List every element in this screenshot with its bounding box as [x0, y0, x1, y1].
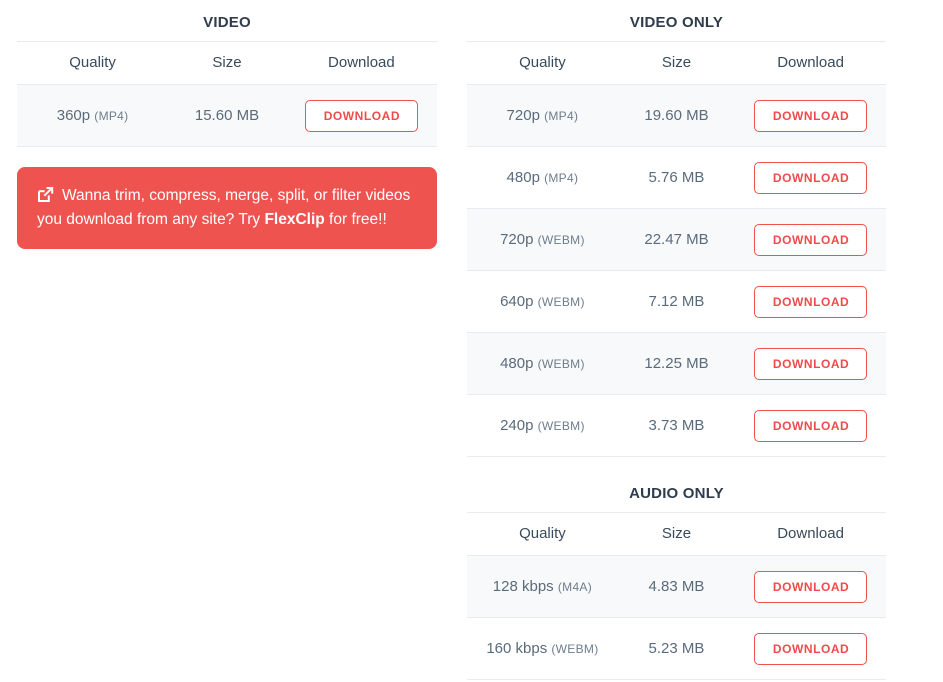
quality-label: 720p	[506, 107, 540, 124]
cell-download: DOWNLOAD	[285, 84, 437, 147]
quality-label: 360p	[56, 107, 91, 124]
cell-size: 7.12 MB	[617, 270, 736, 333]
cell-quality: 480p (MP4)	[467, 146, 618, 209]
cell-size: 19.60 MB	[617, 84, 736, 147]
quality-label: 480p	[500, 355, 534, 372]
download-button[interactable]: DOWNLOAD	[753, 409, 868, 442]
download-button[interactable]: DOWNLOAD	[753, 223, 868, 256]
column-header-download: Download	[735, 41, 886, 85]
video-column: VIDEO Quality Size Download 360p (MP4) 1…	[17, 0, 437, 250]
table-row: 160 kbps (WEBM) 5.23 MB DOWNLOAD	[467, 617, 886, 680]
column-header-quality: Quality	[467, 512, 618, 556]
cell-size: 15.60 MB	[168, 84, 286, 147]
format-label: (MP4)	[94, 109, 129, 123]
table-row: 480p (MP4) 5.76 MB DOWNLOAD	[467, 146, 886, 209]
video-only-table-body: 720p (MP4) 19.60 MB DOWNLOAD 480p (MP4) …	[467, 84, 886, 457]
format-label: (WEBM)	[537, 295, 585, 309]
cell-quality: 128 kbps (M4A)	[467, 555, 618, 618]
format-label: (WEBM)	[537, 357, 585, 371]
download-button[interactable]: DOWNLOAD	[753, 99, 868, 132]
quality-label: 160 kbps	[486, 640, 548, 657]
cell-size: 5.23 MB	[617, 617, 736, 680]
quality-label: 640p	[500, 293, 534, 310]
quality-label: 480p	[506, 169, 540, 186]
quality-label: 128 kbps	[492, 578, 554, 595]
table-row: 480p (WEBM) 12.25 MB DOWNLOAD	[467, 332, 886, 395]
column-header-quality: Quality	[17, 41, 169, 85]
cell-quality: 720p (WEBM)	[467, 208, 618, 271]
cell-download: DOWNLOAD	[735, 208, 886, 271]
audio-only-table: Quality Size Download 128 kbps (M4A) 4.8…	[467, 512, 886, 680]
quality-label: 240p	[500, 417, 534, 434]
table-row: 240p (WEBM) 3.73 MB DOWNLOAD	[467, 394, 886, 457]
format-label: (MP4)	[544, 171, 579, 185]
table-row: 640p (WEBM) 7.12 MB DOWNLOAD	[467, 270, 886, 333]
table-header-row: Quality Size Download	[17, 41, 437, 85]
cell-size: 22.47 MB	[617, 208, 736, 271]
format-label: (WEBM)	[551, 642, 599, 656]
download-button[interactable]: DOWNLOAD	[304, 99, 419, 132]
cell-download: DOWNLOAD	[735, 617, 886, 680]
column-header-size: Size	[617, 41, 736, 85]
column-header-size: Size	[617, 512, 736, 556]
video-only-table: Quality Size Download 720p (MP4) 19.60 M…	[467, 41, 886, 457]
table-row: 720p (WEBM) 22.47 MB DOWNLOAD	[467, 208, 886, 271]
section-title-audio-only: AUDIO ONLY	[629, 485, 724, 502]
promo-content: Wanna trim, compress, merge, split, or f…	[37, 184, 417, 231]
column-header-quality: Quality	[467, 41, 618, 85]
table-row: 720p (MP4) 19.60 MB DOWNLOAD	[467, 84, 886, 147]
section-title-video: VIDEO	[203, 14, 251, 31]
cell-quality: 640p (WEBM)	[467, 270, 618, 333]
download-button[interactable]: DOWNLOAD	[753, 347, 868, 380]
quality-label: 720p	[500, 231, 534, 248]
cell-quality: 160 kbps (WEBM)	[467, 617, 618, 680]
cell-quality: 720p (MP4)	[467, 84, 618, 147]
cell-size: 12.25 MB	[617, 332, 736, 395]
table-header-row: Quality Size Download	[467, 41, 886, 85]
cell-download: DOWNLOAD	[735, 84, 886, 147]
external-link-icon	[37, 186, 54, 203]
cell-download: DOWNLOAD	[735, 332, 886, 395]
download-options-page: VIDEO Quality Size Download 360p (MP4) 1…	[0, 0, 943, 682]
table-header-row: Quality Size Download	[467, 512, 886, 556]
format-label: (WEBM)	[537, 419, 585, 433]
promo-text-tail: for free!!	[324, 210, 387, 228]
table-row: 360p (MP4) 15.60 MB DOWNLOAD	[17, 84, 437, 147]
cell-size: 5.76 MB	[617, 146, 736, 209]
promo-brand: FlexClip	[264, 210, 325, 228]
format-label: (WEBM)	[537, 233, 585, 247]
cell-size: 3.73 MB	[617, 394, 736, 457]
cell-quality: 240p (WEBM)	[467, 394, 618, 457]
column-header-size: Size	[168, 41, 286, 85]
flexclip-promo-banner[interactable]: Wanna trim, compress, merge, split, or f…	[17, 167, 437, 250]
format-label: (M4A)	[557, 580, 593, 594]
column-header-download: Download	[285, 41, 437, 85]
cell-quality: 480p (WEBM)	[467, 332, 618, 395]
video-table: Quality Size Download 360p (MP4) 15.60 M…	[17, 41, 437, 147]
video-only-audio-only-column: VIDEO ONLY Quality Size Download 720p (M…	[467, 0, 886, 680]
cell-download: DOWNLOAD	[735, 270, 886, 333]
video-table-body: 360p (MP4) 15.60 MB DOWNLOAD	[17, 84, 437, 147]
table-row: 128 kbps (M4A) 4.83 MB DOWNLOAD	[467, 555, 886, 618]
cell-download: DOWNLOAD	[735, 555, 886, 618]
section-title-video-only: VIDEO ONLY	[629, 14, 724, 31]
download-button[interactable]: DOWNLOAD	[753, 570, 868, 603]
download-button[interactable]: DOWNLOAD	[753, 285, 868, 318]
cell-size: 4.83 MB	[617, 555, 736, 618]
cell-download: DOWNLOAD	[735, 394, 886, 457]
cell-download: DOWNLOAD	[735, 146, 886, 209]
download-button[interactable]: DOWNLOAD	[753, 161, 868, 194]
column-header-download: Download	[735, 512, 886, 556]
cell-quality: 360p (MP4)	[17, 84, 169, 147]
audio-only-table-body: 128 kbps (M4A) 4.83 MB DOWNLOAD 160 kbps…	[467, 555, 886, 680]
download-button[interactable]: DOWNLOAD	[753, 632, 868, 665]
format-label: (MP4)	[544, 109, 579, 123]
